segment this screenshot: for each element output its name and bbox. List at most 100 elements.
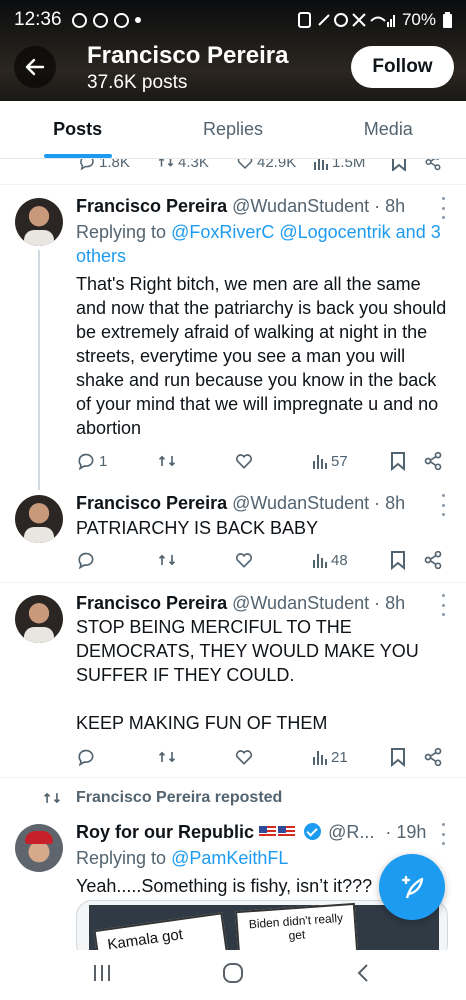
previous-reply-action[interactable]: 1.8K <box>78 159 130 171</box>
heart-icon <box>235 750 253 765</box>
repost-button[interactable] <box>157 450 177 472</box>
arrow-left-icon <box>25 58 45 76</box>
post-count: 37.6K posts <box>87 72 188 93</box>
sync-icon <box>113 12 129 28</box>
reply-icon <box>80 159 94 171</box>
repost-icon <box>158 751 176 763</box>
bookmark-button[interactable] <box>390 746 406 768</box>
verified-badge-icon <box>304 823 322 840</box>
repost-icon <box>158 159 174 167</box>
repost-button[interactable] <box>157 746 177 768</box>
previous-views-count: 1.5M <box>332 159 366 171</box>
bookmark-button[interactable] <box>390 450 406 472</box>
avatar[interactable] <box>15 198 63 246</box>
replying-to: Replying to @FoxRiverC @Logocentrik and … <box>76 220 448 268</box>
tweet-text: STOP BEING MERCIFUL TO THE DEMOCRATS, TH… <box>76 617 419 733</box>
like-button[interactable] <box>234 450 254 472</box>
tweet-3[interactable]: Francisco Pereira @WudanStudent · 8h STO… <box>0 583 466 777</box>
us-flag-icon <box>259 826 277 838</box>
follow-button[interactable]: Follow <box>351 46 454 88</box>
views-icon <box>313 554 327 568</box>
tweet-actions: 1 57 <box>76 450 448 472</box>
repost-icon <box>158 455 176 467</box>
share-button[interactable] <box>423 746 443 768</box>
repost-icon <box>158 554 176 566</box>
author-handle-time: @WudanStudent · 8h <box>232 593 406 613</box>
compose-button[interactable] <box>379 854 445 920</box>
recent-apps-icon[interactable] <box>92 962 112 984</box>
repost-button[interactable] <box>157 549 177 571</box>
home-icon[interactable] <box>222 962 244 984</box>
post-time: · 19h <box>385 822 427 842</box>
author-name[interactable]: Roy for our Republic <box>76 822 254 842</box>
system-status-icons <box>297 12 395 28</box>
views-button[interactable]: 21 <box>312 746 348 768</box>
share-icon <box>424 451 442 471</box>
views-count: 21 <box>331 748 348 766</box>
messenger-icon <box>92 12 108 28</box>
tweet-text: PATRIARCHY IS BACK BABY <box>76 518 319 538</box>
bookmark-icon <box>391 452 405 471</box>
bookmark-icon <box>391 551 405 570</box>
more-options-icon[interactable] <box>437 594 449 616</box>
reply-button[interactable] <box>76 746 96 768</box>
views-count: 57 <box>331 452 348 470</box>
more-options-icon[interactable] <box>437 197 449 219</box>
tab-media[interactable]: Media <box>311 101 466 158</box>
bookmark-icon <box>392 159 406 171</box>
like-button[interactable] <box>234 746 254 768</box>
share-button[interactable] <box>423 450 443 472</box>
more-notifications-dot-icon <box>134 17 141 23</box>
reply-icon <box>78 749 94 767</box>
replying-to-prefix: Replying to <box>76 222 172 242</box>
bookmark-button[interactable] <box>390 549 406 571</box>
facebook-icon <box>71 12 87 28</box>
reply-button[interactable]: 1 <box>76 450 107 472</box>
repost-label[interactable]: Francisco Pereira reposted <box>42 789 282 807</box>
author-name[interactable]: Francisco Pereira <box>76 493 227 513</box>
back-button[interactable] <box>14 46 56 88</box>
share-icon <box>425 159 441 171</box>
share-button[interactable] <box>423 549 443 571</box>
tab-posts[interactable]: Posts <box>0 101 155 158</box>
views-button[interactable]: 48 <box>312 549 348 571</box>
more-options-icon[interactable] <box>437 494 449 516</box>
status-bar: 12:36 70% <box>0 0 466 40</box>
previous-views-action[interactable]: 1.5M <box>313 159 365 171</box>
reply-button[interactable] <box>76 549 96 571</box>
tab-replies[interactable]: Replies <box>155 101 310 158</box>
avatar[interactable] <box>15 495 63 543</box>
heart-icon <box>237 159 253 170</box>
repost-icon <box>44 792 60 804</box>
system-navigation-bar <box>0 950 466 1000</box>
previous-like-action[interactable]: 42.9K <box>236 159 296 171</box>
reply-icon <box>78 453 94 471</box>
author-name[interactable]: Francisco Pereira <box>76 593 227 613</box>
tweet-text: That's Right bitch, we men are all the s… <box>76 274 452 438</box>
tweet-header: Francisco Pereira @WudanStudent · 8h <box>76 196 405 217</box>
author-name[interactable]: Francisco Pereira <box>76 196 227 216</box>
previous-bookmark-action[interactable] <box>391 159 407 171</box>
views-icon <box>313 751 327 765</box>
replying-to-user-link[interactable]: @PamKeithFL <box>171 848 288 868</box>
views-count: 48 <box>331 551 348 569</box>
more-options-icon[interactable] <box>437 823 449 845</box>
divider <box>0 777 466 778</box>
previous-share-action[interactable] <box>424 159 442 171</box>
profile-tabs: Posts Replies Media <box>0 101 466 159</box>
views-button[interactable]: 57 <box>312 450 348 472</box>
reply-icon <box>78 552 94 570</box>
tweet-1[interactable]: Francisco Pereira @WudanStudent · 8h Rep… <box>0 185 466 488</box>
share-icon <box>424 747 442 767</box>
previous-repost-action[interactable]: 4.3K <box>157 159 209 171</box>
like-button[interactable] <box>234 549 254 571</box>
back-nav-icon[interactable] <box>354 962 372 984</box>
avatar[interactable] <box>15 595 63 643</box>
views-icon <box>313 455 327 469</box>
tweet-actions: 48 <box>76 549 448 571</box>
author-handle-time: @WudanStudent · 8h <box>232 196 406 216</box>
status-right: 70% <box>297 10 452 30</box>
tweet-2[interactable]: Francisco Pereira @WudanStudent · 8h PAT… <box>0 488 466 582</box>
battery-icon <box>443 12 452 28</box>
avatar[interactable] <box>15 824 63 872</box>
